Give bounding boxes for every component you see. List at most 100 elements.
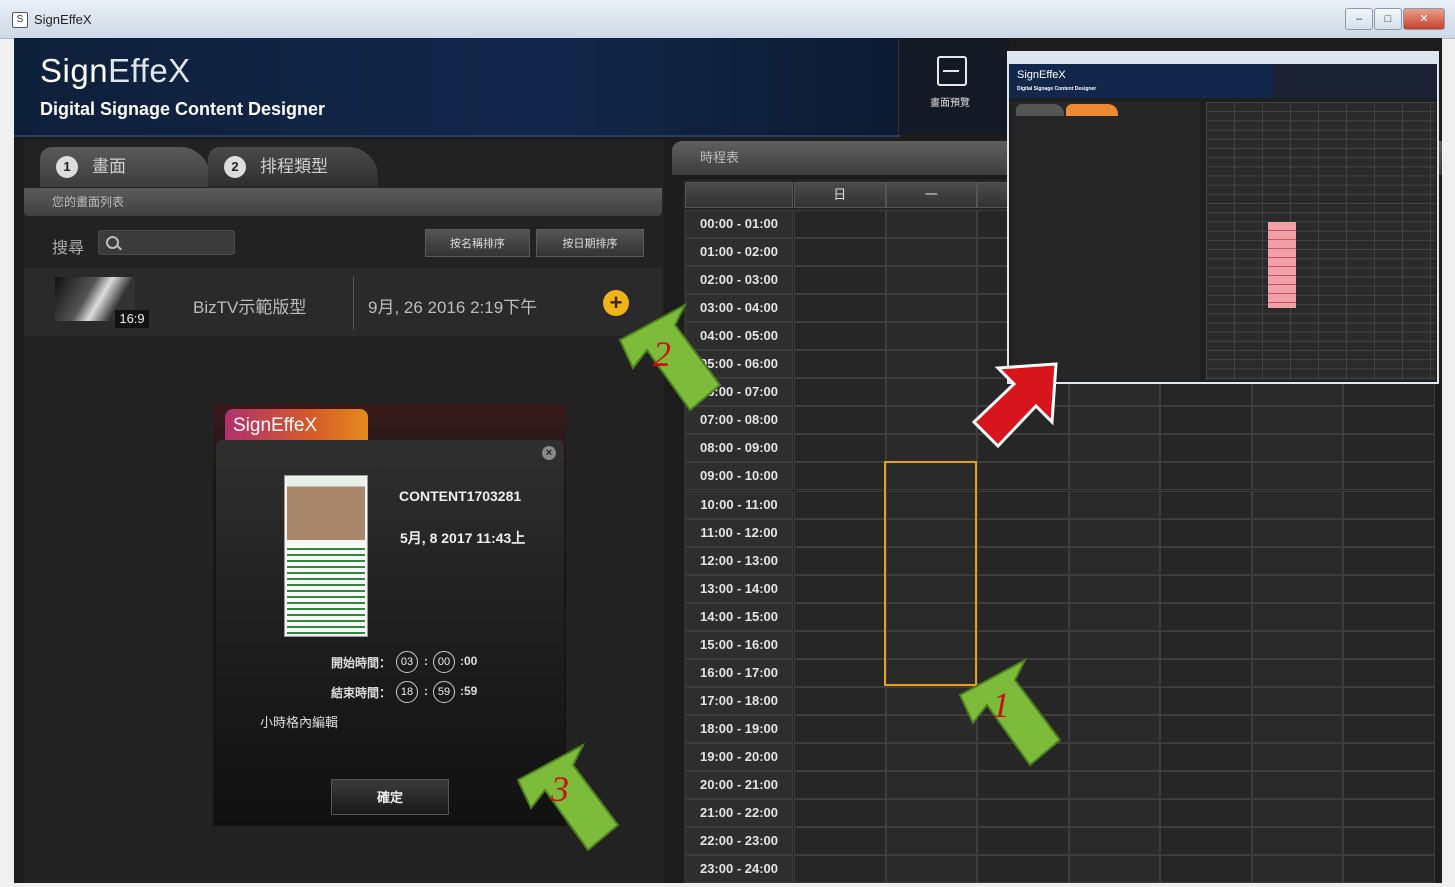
schedule-cell[interactable] [1160,714,1252,743]
end-hour-input[interactable]: 18 [396,681,418,703]
schedule-cell[interactable] [794,210,886,239]
schedule-cell[interactable] [794,378,886,407]
schedule-cell[interactable] [1251,855,1343,884]
schedule-cell[interactable] [1343,434,1435,463]
schedule-cell[interactable] [1160,546,1252,575]
schedule-cell[interactable] [1068,686,1160,715]
schedule-cell[interactable] [1343,406,1435,435]
schedule-cell[interactable] [1251,686,1343,715]
schedule-cell[interactable] [1343,658,1435,687]
schedule-cell[interactable] [885,855,977,884]
schedule-cell[interactable] [1251,546,1343,575]
schedule-cell[interactable] [1160,742,1252,771]
schedule-cell[interactable] [1251,434,1343,463]
schedule-cell[interactable] [885,799,977,828]
schedule-cell[interactable] [1160,490,1252,519]
tab-screens[interactable]: 1 畫面 [40,147,210,187]
schedule-cell[interactable] [1343,771,1435,800]
schedule-cell[interactable] [885,294,977,323]
schedule-cell[interactable] [977,799,1069,828]
schedule-cell[interactable] [1160,462,1252,491]
schedule-cell[interactable] [1068,630,1160,659]
start-hour-input[interactable]: 03 [396,651,418,673]
start-minute-input[interactable]: 00 [433,651,455,673]
schedule-cell[interactable] [794,714,886,743]
schedule-cell[interactable] [885,322,977,351]
schedule-cell[interactable] [1068,574,1160,603]
schedule-cell[interactable] [794,771,886,800]
schedule-cell[interactable] [885,434,977,463]
schedule-cell[interactable] [885,771,977,800]
schedule-cell[interactable] [1343,799,1435,828]
schedule-cell[interactable] [885,406,977,435]
schedule-cell[interactable] [794,742,886,771]
schedule-cell[interactable] [1160,799,1252,828]
schedule-cell[interactable] [977,771,1069,800]
schedule-cell[interactable] [794,686,886,715]
schedule-cell[interactable] [1160,434,1252,463]
schedule-cell[interactable] [794,518,886,547]
end-minute-input[interactable]: 59 [433,681,455,703]
schedule-cell[interactable] [1343,490,1435,519]
schedule-cell[interactable] [794,490,886,519]
schedule-cell[interactable] [1160,855,1252,884]
close-window-button[interactable]: ✕ [1403,8,1445,30]
schedule-cell[interactable] [1068,742,1160,771]
schedule-cell[interactable] [1343,855,1435,884]
schedule-cell[interactable] [1343,518,1435,547]
schedule-cell[interactable] [977,490,1069,519]
schedule-cell[interactable] [1160,574,1252,603]
schedule-cell[interactable] [794,406,886,435]
confirm-button[interactable]: 確定 [331,779,449,815]
schedule-cell[interactable] [885,378,977,407]
schedule-cell[interactable] [1251,714,1343,743]
schedule-cell[interactable] [794,827,886,856]
schedule-cell[interactable] [1343,462,1435,491]
schedule-cell[interactable] [1343,630,1435,659]
schedule-cell[interactable] [1068,658,1160,687]
schedule-cell[interactable] [1160,686,1252,715]
schedule-cell[interactable] [1160,518,1252,547]
schedule-cell[interactable] [794,602,886,631]
schedule-cell[interactable] [1068,714,1160,743]
preview-label[interactable]: 畫面預覽 [918,94,982,109]
schedule-cell[interactable] [1068,799,1160,828]
schedule-cell[interactable] [885,827,977,856]
schedule-cell[interactable] [794,350,886,379]
schedule-cell[interactable] [1343,742,1435,771]
schedule-cell[interactable] [1251,799,1343,828]
schedule-cell[interactable] [1251,630,1343,659]
schedule-cell[interactable] [794,546,886,575]
schedule-cell[interactable] [1251,574,1343,603]
schedule-cell[interactable] [794,266,886,295]
schedule-cell[interactable] [794,630,886,659]
schedule-cell[interactable] [1160,602,1252,631]
schedule-cell[interactable] [1068,490,1160,519]
schedule-cell[interactable] [1160,630,1252,659]
close-icon[interactable]: × [542,446,556,460]
sort-by-name-button[interactable]: 按名稱排序 [425,229,530,257]
schedule-cell[interactable] [1251,827,1343,856]
schedule-cell[interactable] [794,658,886,687]
schedule-cell[interactable] [1160,771,1252,800]
schedule-cell[interactable] [1343,714,1435,743]
schedule-cell[interactable] [1068,518,1160,547]
schedule-cell[interactable] [1343,574,1435,603]
schedule-cell[interactable] [885,350,977,379]
schedule-cell[interactable] [1068,855,1160,884]
schedule-cell[interactable] [977,546,1069,575]
schedule-cell[interactable] [1251,602,1343,631]
schedule-cell[interactable] [1343,686,1435,715]
schedule-cell[interactable] [1160,658,1252,687]
schedule-cell[interactable] [1160,406,1252,435]
sort-by-date-button[interactable]: 按日期排序 [536,229,644,257]
preview-icon[interactable] [937,56,967,86]
schedule-cell[interactable] [1343,602,1435,631]
schedule-cell[interactable] [1068,406,1160,435]
schedule-cell[interactable] [794,294,886,323]
schedule-cell[interactable] [1251,490,1343,519]
schedule-cell[interactable] [794,855,886,884]
schedule-cell[interactable] [1251,406,1343,435]
schedule-cell[interactable] [1068,434,1160,463]
schedule-cell[interactable] [885,210,977,239]
